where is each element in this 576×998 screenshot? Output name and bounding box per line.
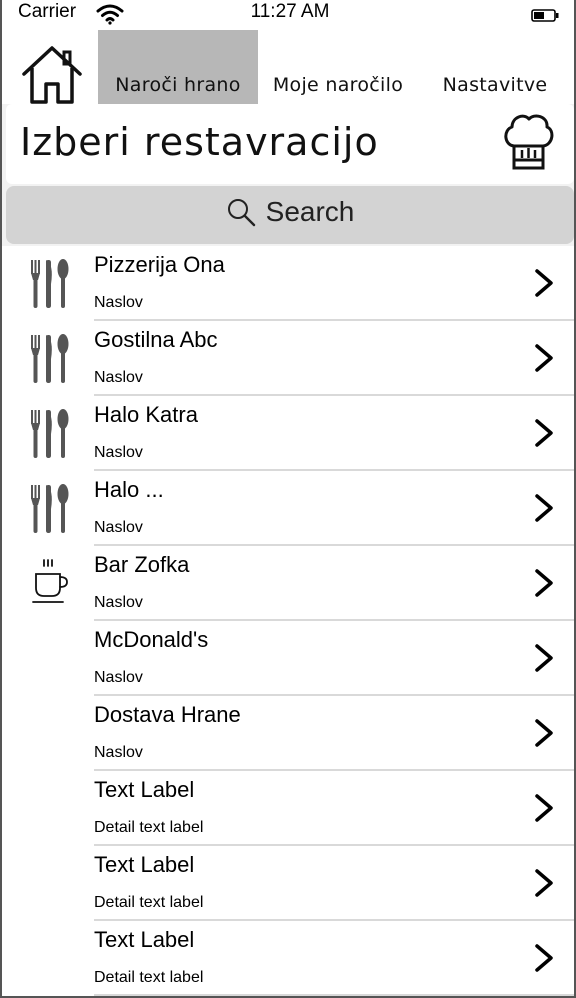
list-item-title: Gostilna Abc [94,327,218,352]
search-icon [227,199,255,227]
list-item-title: Text Label [94,852,195,877]
list-item-detail: Naslov [94,444,143,461]
chevron-right-icon [535,494,553,522]
tab-bar: Naroči hrano Moje naročilo Nastavitve [2,30,574,104]
list-item-title: McDonald's [94,627,209,652]
list-item-title: Bar Zofka [94,552,190,577]
chevron-right-icon [535,569,553,597]
chef-hat-icon [504,114,554,170]
tab-label: Nastavitve [442,74,548,96]
battery-icon [531,9,559,22]
chevron-right-icon [535,344,553,372]
list-item[interactable]: Halo ... Naslov [2,471,574,546]
list-item[interactable]: Halo Katra Naslov [2,396,574,471]
tab-naroci-hrano[interactable]: Naroči hrano [98,30,258,104]
list-item-title: Halo Katra [94,402,198,427]
search-bar[interactable]: Search [6,186,574,244]
list-item-detail: Naslov [94,744,143,761]
tab-label: Moje naročilo [272,74,404,96]
list-item-detail: Detail text label [94,894,204,911]
home-icon[interactable] [20,44,84,104]
list-item-detail: Naslov [94,294,143,311]
list-item-title: Pizzerija Ona [94,252,225,277]
list-item-detail: Naslov [94,594,143,611]
status-bar: Carrier 11:27 AM [2,0,574,30]
clock: 11:27 AM [250,1,330,22]
row-divider [94,994,574,996]
list-item-detail: Naslov [94,519,143,536]
tab-moje-narocilo[interactable]: Moje naročilo [264,30,412,104]
coffee-cup-icon [24,558,74,610]
cutlery-icon [24,483,74,535]
list-item[interactable]: Gostilna Abc Naslov [2,321,574,396]
page-header: Izberi restavracijo [6,104,574,184]
chevron-right-icon [535,869,553,897]
list-item[interactable]: Text Label Detail text label [2,771,574,846]
list-item[interactable]: Pizzerija Ona Naslov [2,246,574,321]
list-item[interactable]: Bar Zofka Naslov [2,546,574,621]
list-item[interactable]: McDonald's Naslov [2,621,574,696]
chevron-right-icon [535,944,553,972]
search-placeholder: Search [265,196,355,227]
chevron-right-icon [535,644,553,672]
list-item[interactable]: Text Label Detail text label [2,921,574,996]
tab-label: Naroči hrano [115,74,241,96]
list-item-detail: Naslov [94,669,143,686]
page-title: Izberi restavracijo [20,120,379,164]
list-item[interactable]: Text Label Detail text label [2,846,574,921]
restaurant-list: Pizzerija Ona Naslov Gostilna Abc Naslov H… [2,246,574,996]
list-item-title: Halo ... [94,477,164,502]
list-item[interactable]: Dostava Hrane Naslov [2,696,574,771]
tab-nastavitve[interactable]: Nastavitve [424,30,566,104]
cutlery-icon [24,258,74,310]
list-item-title: Text Label [94,927,195,952]
list-item-detail: Naslov [94,369,143,386]
list-item-title: Dostava Hrane [94,702,241,727]
chevron-right-icon [535,269,553,297]
cutlery-icon [24,408,74,460]
chevron-right-icon [535,794,553,822]
chevron-right-icon [535,719,553,747]
chevron-right-icon [535,419,553,447]
list-item-title: Text Label [94,777,195,802]
cutlery-icon [24,333,74,385]
list-item-detail: Detail text label [94,819,204,836]
app-frame: Carrier 11:27 AM Naroči hrano Moje naroč… [0,0,576,998]
list-item-detail: Detail text label [94,969,204,986]
